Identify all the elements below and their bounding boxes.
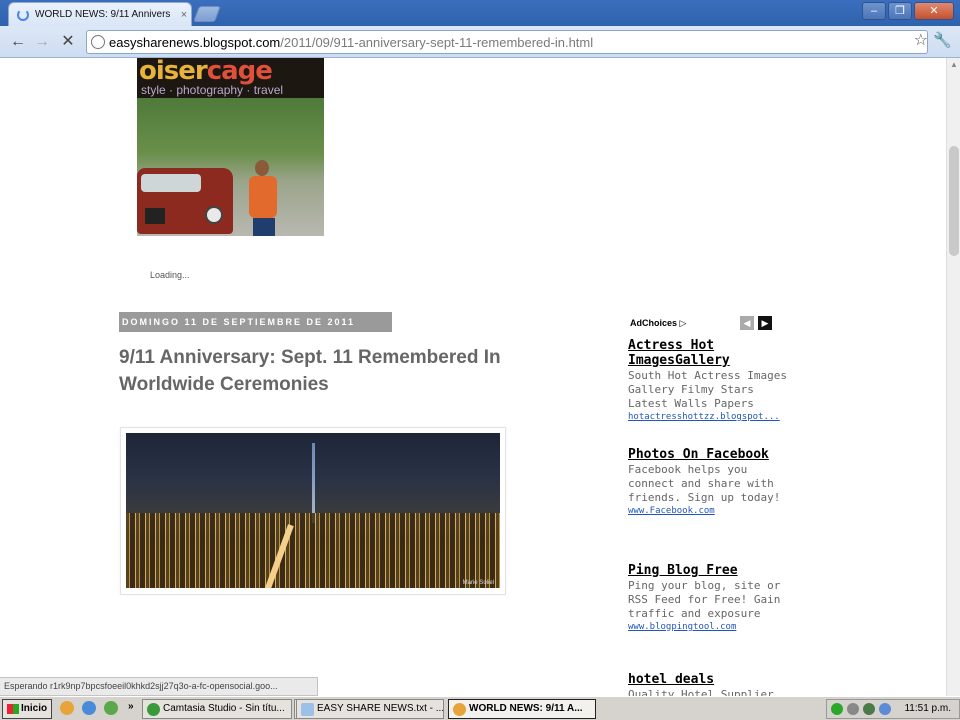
- ad-title-link[interactable]: Actress Hot ImagesGallery: [628, 338, 788, 368]
- url-path: /2011/09/911-anniversary-sept-11-remembe…: [280, 34, 594, 50]
- banner-photo: [137, 98, 324, 236]
- ad-item: Actress Hot ImagesGallery South Hot Actr…: [628, 338, 788, 422]
- windows-taskbar: Inicio » Camtasia Studio - Sin títu... E…: [0, 696, 960, 720]
- tray-app-icon[interactable]: [863, 703, 875, 715]
- windows-flag-icon: [7, 704, 19, 714]
- network-icon[interactable]: [831, 703, 843, 715]
- post-image-night-city: Marie Soliel: [126, 433, 500, 588]
- page-scrollbar[interactable]: ▲: [946, 58, 960, 696]
- window-controls: – ❐ ✕: [862, 2, 954, 20]
- new-tab-button[interactable]: [193, 6, 221, 22]
- notepad-icon: [301, 703, 314, 716]
- minimize-button[interactable]: –: [862, 2, 886, 20]
- task-notepad[interactable]: EASY SHARE NEWS.txt - ...: [296, 699, 444, 719]
- stop-x-icon[interactable]: ✕: [58, 32, 78, 52]
- ad-text: Quality Hotel Supplier: [628, 688, 774, 696]
- ad-text: South Hot Actress Images Gallery Filmy S…: [628, 369, 787, 410]
- tab-close-icon[interactable]: ×: [177, 9, 191, 21]
- page-info-icon[interactable]: [91, 35, 105, 49]
- photo-credit: Marie Soliel: [462, 580, 494, 586]
- ad-title-link[interactable]: Ping Blog Free: [628, 563, 788, 578]
- security-icon[interactable]: [847, 703, 859, 715]
- ad-text: Facebook helps you connect and share wit…: [628, 463, 781, 504]
- ie-quicklaunch-icon[interactable]: [82, 701, 96, 715]
- start-button[interactable]: Inicio: [2, 699, 52, 719]
- url-host: easysharenews.blogspot.com: [109, 34, 281, 50]
- post-title[interactable]: 9/11 Anniversary: Sept. 11 Remembered In…: [119, 344, 579, 398]
- post-image-frame[interactable]: Marie Soliel: [120, 427, 506, 595]
- scroll-thumb[interactable]: [949, 146, 959, 256]
- task-chrome-world-news[interactable]: WORLD NEWS: 9/11 A...: [448, 699, 596, 719]
- close-window-button[interactable]: ✕: [914, 2, 954, 20]
- scroll-up-icon[interactable]: ▲: [949, 60, 959, 70]
- browser-toolbar: ← → ✕ easysharenews.blogspot.com/2011/09…: [0, 26, 960, 58]
- browser-titlebar: WORLD NEWS: 9/11 Annivers × – ❐ ✕: [0, 0, 960, 26]
- ad-next-icon[interactable]: ▶: [758, 316, 772, 330]
- loading-spinner-icon: [17, 8, 29, 21]
- tab-world-news[interactable]: WORLD NEWS: 9/11 Annivers ×: [8, 2, 192, 26]
- address-bar[interactable]: easysharenews.blogspot.com/2011/09/911-a…: [86, 30, 928, 54]
- quicklaunch-overflow[interactable]: »: [128, 701, 134, 712]
- ad-url-link[interactable]: hotactresshottzz.blogspot...: [628, 412, 788, 422]
- person-head: [255, 160, 269, 176]
- banner-header: oisercage style · photography · travel: [137, 58, 324, 98]
- ad-title-link[interactable]: Photos On Facebook: [628, 447, 788, 462]
- date-header: domingo 11 de septiembre de 2011: [119, 312, 392, 332]
- ad-url-link[interactable]: www.blogpingtool.com: [628, 622, 788, 632]
- loading-text: Loading...: [150, 270, 190, 280]
- ad-text: Ping your blog, site or RSS Feed for Fre…: [628, 579, 781, 620]
- wrench-menu-icon[interactable]: 🔧: [933, 31, 952, 49]
- ad-prev-icon[interactable]: ◀: [740, 316, 754, 330]
- banner-logo: oisercage: [139, 58, 273, 86]
- forward-arrow-icon[interactable]: →: [32, 32, 52, 52]
- car-shape: [137, 168, 233, 234]
- tribute-light-beam: [312, 443, 315, 523]
- status-bar: Esperando r1rk9np7bpcsfoeeil0khkd2sjj27q…: [0, 677, 318, 696]
- city-lights: [126, 513, 500, 588]
- chrome-quicklaunch-icon[interactable]: [60, 701, 74, 715]
- ad-item: Ping Blog Free Ping your blog, site or R…: [628, 563, 788, 632]
- ad-item: Photos On Facebook Facebook helps you co…: [628, 447, 788, 516]
- blog-banner-image[interactable]: oisercage style · photography · travel: [137, 58, 324, 236]
- explorer-quicklaunch-icon[interactable]: [104, 701, 118, 715]
- banner-tagline: style · photography · travel: [141, 83, 284, 97]
- person-body: [249, 176, 277, 218]
- bookmark-star-icon[interactable]: ☆: [914, 30, 928, 50]
- back-arrow-icon[interactable]: ←: [8, 32, 28, 52]
- system-tray: 11:51 p.m.: [826, 699, 960, 719]
- ad-item: hotel deals Quality Hotel Supplier: [628, 672, 788, 696]
- start-label: Inicio: [21, 703, 48, 714]
- person-legs: [253, 218, 275, 236]
- clock[interactable]: 11:51 p.m.: [904, 703, 951, 714]
- task-camtasia[interactable]: Camtasia Studio - Sin títu...: [142, 699, 292, 719]
- ad-title-link[interactable]: hotel deals: [628, 672, 788, 687]
- camtasia-icon: [147, 703, 160, 716]
- chrome-icon: [453, 703, 466, 716]
- tab-title: WORLD NEWS: 9/11 Annivers: [35, 9, 171, 20]
- page-viewport: oisercage style · photography · travel L…: [0, 58, 946, 696]
- ad-url-link[interactable]: www.Facebook.com: [628, 506, 788, 516]
- adchoices-label[interactable]: AdChoices ▷: [630, 318, 686, 329]
- maximize-button[interactable]: ❐: [888, 2, 912, 20]
- volume-icon[interactable]: [879, 703, 891, 715]
